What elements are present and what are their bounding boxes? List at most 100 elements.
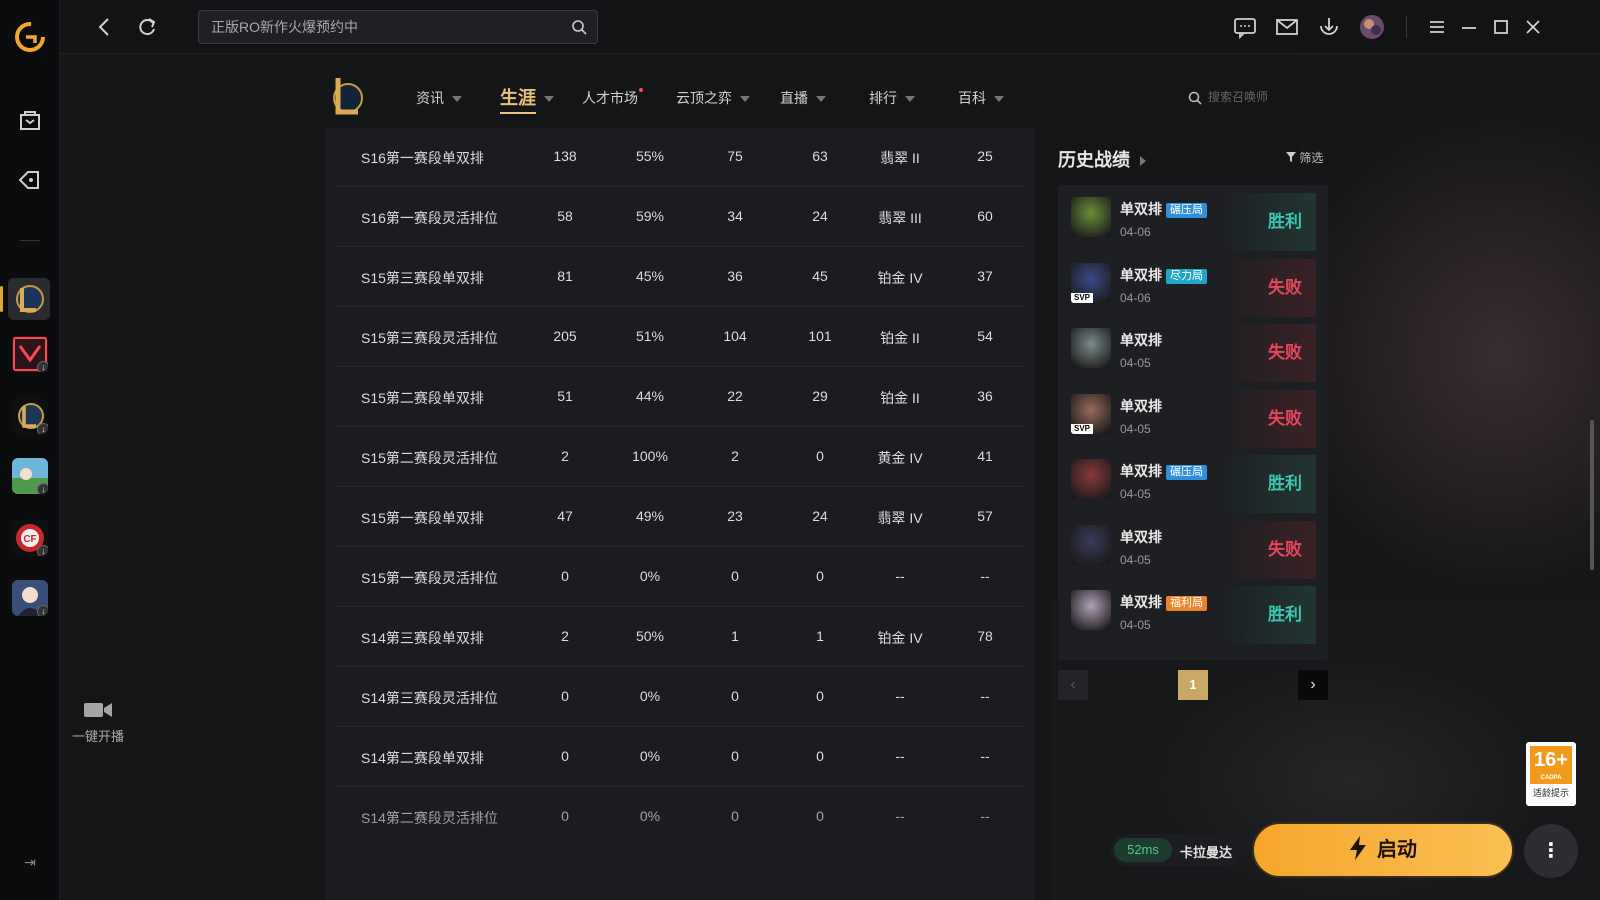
cell-rank: --: [895, 688, 905, 704]
cell-games: 81: [557, 268, 573, 284]
cell-winrate: 0%: [639, 688, 661, 704]
notification-dot: [639, 88, 643, 92]
game-character-icon[interactable]: ↓: [12, 580, 48, 616]
cell-score: 60: [977, 208, 993, 224]
match-date: 04-05: [1120, 421, 1151, 436]
search-icon: [1188, 91, 1202, 105]
user-avatar[interactable]: [1359, 14, 1385, 40]
lol-logo-icon[interactable]: [328, 74, 364, 118]
active-game-indicator: [0, 286, 3, 312]
table-row[interactable]: S16第一赛段单双排 138 55% 75 63 翡翠 II 25: [335, 128, 1025, 187]
more-options-button[interactable]: ⋮: [1524, 824, 1578, 878]
cell-losses: 24: [812, 508, 828, 524]
cell-games: 2: [561, 448, 569, 464]
back-arrow-icon[interactable]: [92, 14, 118, 40]
download-icon: ↓: [37, 483, 48, 494]
cell-winrate: 45%: [635, 268, 665, 284]
match-item[interactable]: 单双排 04-05 失败: [1058, 316, 1328, 382]
table-row[interactable]: S15第二赛段灵活排位 2 100% 2 0 黄金 IV 41: [335, 428, 1025, 487]
cell-games: 51: [557, 388, 573, 404]
download-manager-icon[interactable]: [1316, 14, 1342, 40]
match-history-title[interactable]: 历史战绩: [1058, 146, 1146, 172]
prev-page-button[interactable]: ‹: [1058, 670, 1088, 700]
cell-season: S15第三赛段单双排: [361, 270, 484, 286]
match-result: 胜利: [1230, 586, 1316, 644]
table-row[interactable]: S14第三赛段灵活排位 0 0% 0 0 -- --: [335, 668, 1025, 727]
match-item[interactable]: SVP 单双排 尽力局 04-06 失败: [1058, 251, 1328, 317]
match-tag-badge: 碾压局: [1166, 203, 1207, 218]
close-icon[interactable]: [1520, 14, 1546, 40]
match-item[interactable]: 单双排 碾压局 04-06 胜利: [1058, 185, 1328, 251]
game-lol-icon[interactable]: [8, 278, 50, 320]
nav-career[interactable]: 生涯: [500, 84, 554, 114]
game-cf-icon[interactable]: CF ↓: [12, 520, 48, 556]
game-valorant-icon[interactable]: ↓: [12, 336, 48, 372]
maximize-icon[interactable]: [1488, 14, 1514, 40]
game-lol-2-icon[interactable]: ↓: [12, 398, 48, 434]
table-row[interactable]: S15第三赛段灵活排位 205 51% 104 101 铂金 II 54: [335, 308, 1025, 367]
refresh-icon[interactable]: [134, 14, 160, 40]
match-result: 失败: [1230, 324, 1316, 382]
table-row[interactable]: S15第一赛段单双排 47 49% 23 24 翡翠 IV 57: [335, 488, 1025, 547]
chevron-right-icon: [1140, 156, 1146, 167]
nav-wiki[interactable]: 百科: [958, 88, 1004, 108]
app-logo-icon[interactable]: [13, 20, 47, 54]
nav-live[interactable]: 直播: [780, 88, 826, 108]
table-row[interactable]: S14第二赛段单双排 0 0% 0 0 -- --: [335, 728, 1025, 787]
chat-icon[interactable]: [1232, 14, 1258, 40]
one-click-live-button[interactable]: 一键开播: [70, 700, 126, 745]
match-date: 04-06: [1120, 290, 1151, 305]
video-camera-icon: [84, 703, 112, 717]
cell-winrate: 49%: [635, 508, 665, 524]
table-row[interactable]: S15第一赛段灵活排位 0 0% 0 0 -- --: [335, 548, 1025, 607]
table-row[interactable]: S16第一赛段灵活排位 58 59% 34 24 翡翠 III 60: [335, 188, 1025, 247]
cell-season: S16第一赛段单双排: [361, 150, 484, 166]
chevron-down-icon: [816, 96, 826, 103]
nav-ranking[interactable]: 排行: [869, 88, 915, 108]
launch-button[interactable]: 启动: [1252, 822, 1514, 878]
live-label: 一键开播: [71, 729, 124, 744]
match-item[interactable]: 单双排 碾压局 04-05 胜利: [1058, 447, 1328, 513]
topbar-separator: [1406, 16, 1407, 38]
nav-news[interactable]: 资讯: [416, 88, 462, 108]
game-anime-icon[interactable]: ↓: [12, 458, 48, 494]
download-icon: ↓: [37, 545, 48, 556]
store-bag-icon[interactable]: [16, 106, 44, 134]
cell-winrate: 0%: [639, 568, 661, 584]
nav-tft[interactable]: 云顶之弈: [676, 88, 750, 108]
match-item[interactable]: SVP 单双排 04-05 失败: [1058, 382, 1328, 448]
current-page[interactable]: 1: [1178, 670, 1208, 700]
queue-mode: 单双排: [1120, 266, 1162, 283]
champion-portrait: [1071, 197, 1111, 237]
cell-losses: 24: [812, 208, 828, 224]
match-date: 04-05: [1120, 552, 1151, 567]
chevron-down-icon: [544, 96, 554, 103]
search-icon[interactable]: [571, 19, 587, 35]
summoner-search[interactable]: 搜索召唤师: [1188, 88, 1268, 105]
match-item[interactable]: 单双排 04-05 失败: [1058, 513, 1328, 579]
gamepad-tag-icon[interactable]: [16, 166, 44, 194]
match-item[interactable]: 单双排 福利局 04-05 胜利: [1058, 578, 1328, 644]
cell-winrate: 100%: [632, 448, 668, 464]
menu-icon[interactable]: [1424, 14, 1450, 40]
collapse-rail-icon[interactable]: ⇥: [20, 854, 40, 874]
cell-score: 78: [977, 628, 993, 644]
table-row[interactable]: S15第三赛段单双排 81 45% 36 45 铂金 IV 37: [335, 248, 1025, 307]
page-scrollbar[interactable]: [1590, 420, 1594, 570]
server-status[interactable]: 52ms 卡拉曼达: [1110, 834, 1242, 866]
filter-button[interactable]: 筛选: [1286, 149, 1323, 166]
cell-score: 25: [977, 148, 993, 164]
minimize-icon[interactable]: [1456, 14, 1482, 40]
cell-wins: 1: [731, 628, 739, 644]
top-search-input[interactable]: [211, 11, 561, 43]
queue-mode: 单双排: [1120, 528, 1162, 545]
mail-icon[interactable]: [1274, 14, 1300, 40]
queue-mode: 单双排: [1120, 397, 1162, 414]
history-pagination: ‹ 1 ›: [1058, 670, 1328, 700]
table-row[interactable]: S15第二赛段单双排 51 44% 22 29 铂金 II 36: [335, 368, 1025, 427]
next-page-button[interactable]: ›: [1298, 670, 1328, 700]
cell-rank: 铂金 II: [880, 330, 920, 346]
top-search-box: [198, 10, 598, 44]
table-row[interactable]: S14第三赛段单双排 2 50% 1 1 铂金 IV 78: [335, 608, 1025, 667]
nav-talent-market[interactable]: 人才市场: [582, 88, 643, 108]
